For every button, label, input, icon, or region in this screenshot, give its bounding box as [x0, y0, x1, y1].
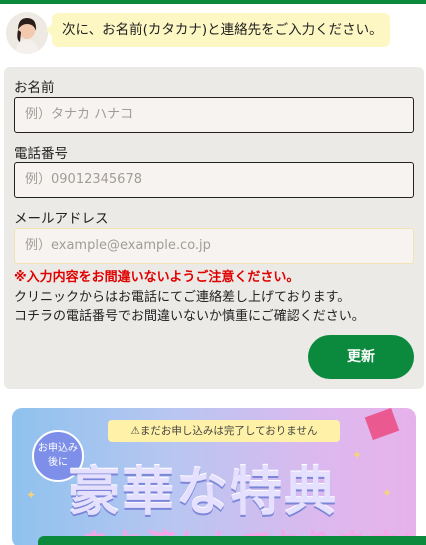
incomplete-notice-ribbon: ⚠まだお申し込みは完了しておりません [108, 420, 340, 442]
phone-input[interactable]: 例）09012345678 [14, 162, 414, 198]
banner-title: 豪華な特典 [68, 462, 339, 523]
gift-flag-icon [364, 408, 400, 441]
top-accent-bar [0, 0, 426, 4]
sparkle-icon: ✦ [382, 486, 393, 500]
assistant-message: 次に、お名前(カタカナ)と連絡先をご入力ください。 [6, 10, 420, 58]
note-line-2: コチラの電話番号でお間違いないか慎重にご確認ください。 [14, 309, 365, 324]
phone-label: 電話番号 [14, 146, 68, 162]
badge-line-2: 後に [48, 457, 68, 468]
contact-form: お名前 例）タナカ ハナコ 電話番号 例）09012345678 メールアドレス… [4, 67, 424, 389]
sparkle-icon: ✦ [26, 488, 37, 502]
assistant-avatar [6, 12, 48, 54]
update-button[interactable]: 更新 [308, 335, 414, 379]
email-label: メールアドレス [14, 211, 109, 227]
sparkle-icon: ✦ [352, 448, 363, 462]
assistant-speech-bubble: 次に、お名前(カタカナ)と連絡先をご入力ください。 [46, 13, 390, 47]
name-label: お名前 [14, 80, 55, 96]
promo-banner[interactable]: ⚠まだお申し込みは完了しておりません お申込み 後に 豪華な特典 をお渡ししてお… [12, 408, 416, 545]
bottom-action-bar[interactable] [38, 536, 426, 545]
note-line-1: クリニックからはお電話にてご連絡差し上げております。 [14, 290, 351, 305]
name-input[interactable]: 例）タナカ ハナコ [14, 97, 414, 133]
input-warning: ※入力内容をお間違いないようご注意ください。 [14, 270, 300, 285]
person-icon [6, 12, 48, 54]
email-input[interactable]: 例）example@example.co.jp [14, 228, 414, 264]
